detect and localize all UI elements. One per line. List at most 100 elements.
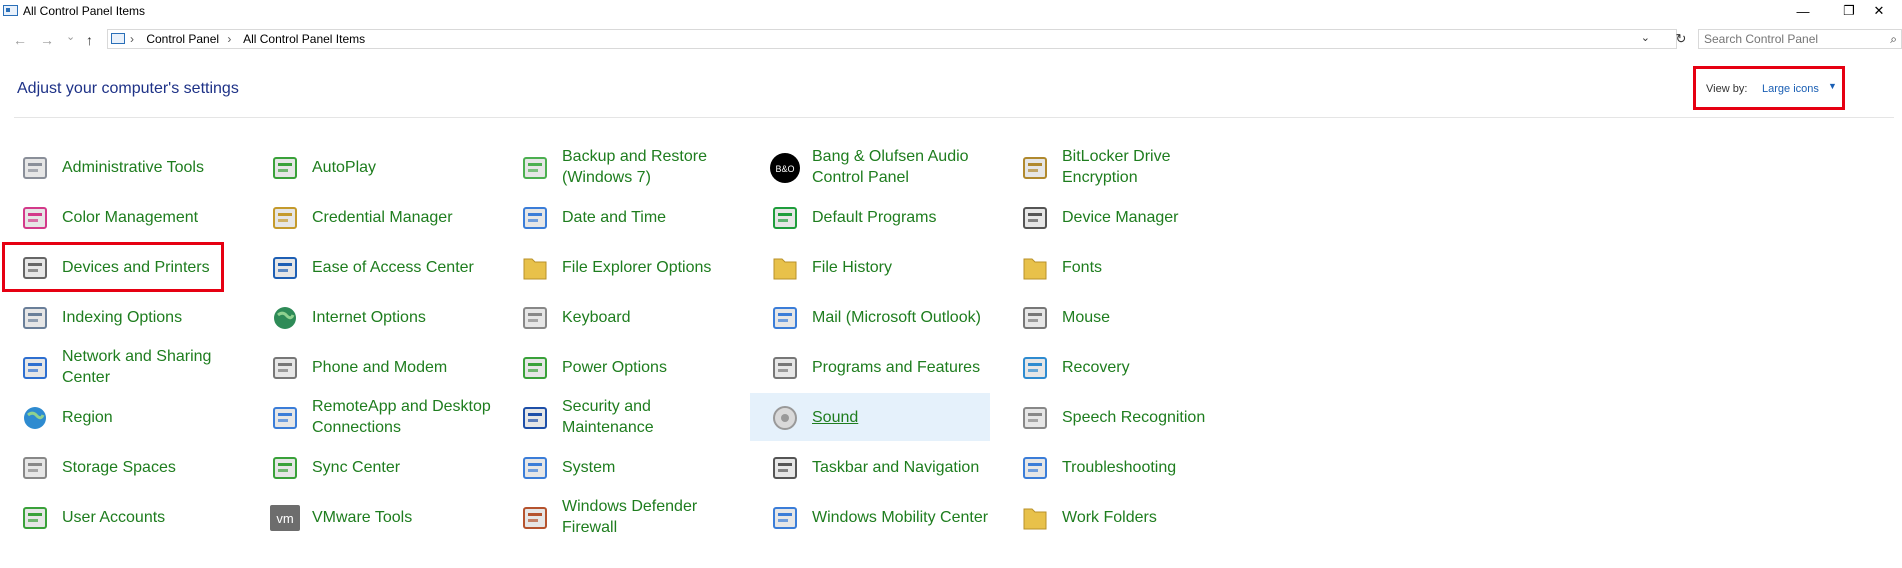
control-panel-item-label[interactable]: User Accounts bbox=[62, 493, 242, 541]
ease-of-access-icon bbox=[270, 253, 300, 283]
control-panel-item[interactable]: Phone and Modem bbox=[250, 343, 490, 391]
control-panel-item[interactable]: Storage Spaces bbox=[0, 443, 240, 491]
control-panel-item[interactable]: File History bbox=[750, 243, 990, 291]
back-button[interactable]: ← bbox=[13, 32, 27, 48]
view-by-control[interactable]: View by: Large icons ▼ bbox=[1693, 66, 1845, 110]
control-panel-item-label[interactable]: Security and Maintenance bbox=[562, 393, 742, 441]
control-panel-item[interactable]: System bbox=[500, 443, 740, 491]
control-panel-item[interactable]: Programs and Features bbox=[750, 343, 990, 391]
control-panel-item[interactable]: Internet Options bbox=[250, 293, 490, 341]
control-panel-item-label[interactable]: RemoteApp and Desktop Connections bbox=[312, 393, 492, 441]
control-panel-item-label[interactable]: Mouse bbox=[1062, 293, 1242, 341]
control-panel-item-label[interactable]: Bang & Olufsen Audio Control Panel bbox=[812, 143, 992, 191]
control-panel-item[interactable]: Indexing Options bbox=[0, 293, 240, 341]
control-panel-item-label[interactable]: Indexing Options bbox=[62, 293, 242, 341]
control-panel-item[interactable]: Administrative Tools bbox=[0, 143, 240, 191]
forward-button[interactable]: → bbox=[40, 32, 54, 48]
control-panel-item[interactable]: Sync Center bbox=[250, 443, 490, 491]
control-panel-item[interactable]: Security and Maintenance bbox=[500, 393, 740, 441]
control-panel-item-label[interactable]: Date and Time bbox=[562, 193, 742, 241]
control-panel-item-label[interactable]: Storage Spaces bbox=[62, 443, 242, 491]
control-panel-item-label[interactable]: Backup and Restore (Windows 7) bbox=[562, 143, 742, 191]
search-input[interactable] bbox=[1704, 32, 1874, 46]
control-panel-item[interactable]: Work Folders bbox=[1000, 493, 1240, 541]
up-button[interactable]: ↑ bbox=[86, 32, 93, 48]
control-panel-item[interactable]: File Explorer Options bbox=[500, 243, 740, 291]
control-panel-item[interactable]: Power Options bbox=[500, 343, 740, 391]
control-panel-item-label[interactable]: Sound bbox=[812, 393, 992, 441]
control-panel-item[interactable]: Windows Mobility Center bbox=[750, 493, 990, 541]
control-panel-item-label[interactable]: Mail (Microsoft Outlook) bbox=[812, 293, 992, 341]
control-panel-item[interactable]: Ease of Access Center bbox=[250, 243, 490, 291]
control-panel-item-label[interactable]: Default Programs bbox=[812, 193, 992, 241]
control-panel-item[interactable]: Troubleshooting bbox=[1000, 443, 1240, 491]
minimize-button[interactable]: — bbox=[1780, 0, 1826, 22]
control-panel-item-label[interactable]: Color Management bbox=[62, 193, 242, 241]
breadcrumb-control-panel[interactable]: Control Panel bbox=[146, 32, 219, 46]
control-panel-item-label[interactable]: Keyboard bbox=[562, 293, 742, 341]
control-panel-item-label[interactable]: Taskbar and Navigation bbox=[812, 443, 992, 491]
svg-text:B&O: B&O bbox=[775, 164, 794, 174]
control-panel-item[interactable]: User Accounts bbox=[0, 493, 240, 541]
control-panel-item-label[interactable]: Power Options bbox=[562, 343, 742, 391]
control-panel-item[interactable]: RemoteApp and Desktop Connections bbox=[250, 393, 492, 441]
control-panel-item-label[interactable]: Speech Recognition bbox=[1062, 393, 1242, 441]
control-panel-item-label[interactable]: BitLocker Drive Encryption bbox=[1062, 143, 1242, 191]
control-panel-item[interactable]: Network and Sharing Center bbox=[0, 343, 240, 391]
control-panel-item-label[interactable]: Work Folders bbox=[1062, 493, 1242, 541]
chevron-down-icon[interactable]: ▼ bbox=[1828, 81, 1837, 91]
control-panel-item-label[interactable]: Troubleshooting bbox=[1062, 443, 1242, 491]
control-panel-item-label[interactable]: Internet Options bbox=[312, 293, 492, 341]
control-panel-item[interactable]: Speech Recognition bbox=[1000, 393, 1240, 441]
flag-icon bbox=[520, 403, 550, 433]
control-panel-item-label[interactable]: Credential Manager bbox=[312, 193, 492, 241]
control-panel-item[interactable]: Region bbox=[0, 393, 240, 441]
control-panel-item-label[interactable]: Programs and Features bbox=[812, 343, 992, 391]
control-panel-item[interactable]: B&O Bang & Olufsen Audio Control Panel bbox=[750, 143, 990, 191]
control-panel-item-label[interactable]: Region bbox=[62, 393, 242, 441]
search-box[interactable]: ⌕ bbox=[1698, 29, 1902, 49]
control-panel-item[interactable]: Color Management bbox=[0, 193, 240, 241]
control-panel-item[interactable]: Backup and Restore (Windows 7) bbox=[500, 143, 740, 191]
control-panel-item[interactable]: Keyboard bbox=[500, 293, 740, 341]
control-panel-item-label[interactable]: Phone and Modem bbox=[312, 343, 492, 391]
control-panel-item[interactable]: Recovery bbox=[1000, 343, 1240, 391]
search-icon[interactable]: ⌕ bbox=[1890, 32, 1897, 47]
control-panel-item-label[interactable]: Sync Center bbox=[312, 443, 492, 491]
bang-olufsen-icon: B&O bbox=[770, 153, 800, 183]
control-panel-item-label[interactable]: File Explorer Options bbox=[562, 243, 742, 291]
refresh-button[interactable]: ↻ bbox=[1670, 29, 1692, 49]
control-panel-item[interactable]: Mail (Microsoft Outlook) bbox=[750, 293, 990, 341]
speaker-icon bbox=[770, 403, 800, 433]
control-panel-item-label[interactable]: Network and Sharing Center bbox=[62, 343, 242, 391]
control-panel-item[interactable]: Default Programs bbox=[750, 193, 990, 241]
control-panel-item-label[interactable]: Device Manager bbox=[1062, 193, 1242, 241]
control-panel-item[interactable]: Mouse bbox=[1000, 293, 1240, 341]
control-panel-item-label[interactable]: VMware Tools bbox=[312, 493, 492, 541]
control-panel-item[interactable]: vm VMware Tools bbox=[250, 493, 490, 541]
control-panel-item[interactable]: Device Manager bbox=[1000, 193, 1240, 241]
control-panel-item[interactable]: Windows Defender Firewall bbox=[500, 493, 740, 541]
control-panel-item[interactable]: AutoPlay bbox=[250, 143, 490, 191]
recent-locations-button[interactable]: ⌄ bbox=[66, 30, 75, 43]
control-panel-item-label[interactable]: AutoPlay bbox=[312, 143, 492, 191]
control-panel-item-label[interactable]: File History bbox=[812, 243, 992, 291]
control-panel-item-label[interactable]: Windows Defender Firewall bbox=[562, 493, 742, 541]
control-panel-item-label[interactable]: Recovery bbox=[1062, 343, 1242, 391]
address-bar[interactable]: › Control Panel › All Control Panel Item… bbox=[107, 29, 1677, 49]
close-button[interactable]: ✕ bbox=[1856, 0, 1902, 22]
control-panel-item[interactable]: Credential Manager bbox=[250, 193, 490, 241]
control-panel-item-label[interactable]: Windows Mobility Center bbox=[812, 493, 992, 541]
address-dropdown-icon[interactable]: ⌄ bbox=[1641, 31, 1650, 44]
control-panel-item-label[interactable]: Ease of Access Center bbox=[312, 243, 492, 291]
control-panel-item[interactable]: Sound bbox=[750, 393, 990, 441]
control-panel-item-label[interactable]: Administrative Tools bbox=[62, 143, 242, 191]
control-panel-item-label[interactable]: Fonts bbox=[1062, 243, 1242, 291]
control-panel-item[interactable]: BitLocker Drive Encryption bbox=[1000, 143, 1240, 191]
view-by-dropdown[interactable]: Large icons bbox=[1762, 83, 1819, 95]
control-panel-item[interactable]: Date and Time bbox=[500, 193, 740, 241]
breadcrumb-all-items[interactable]: All Control Panel Items bbox=[243, 32, 365, 46]
control-panel-item[interactable]: Fonts bbox=[1000, 243, 1240, 291]
control-panel-item[interactable]: Taskbar and Navigation bbox=[750, 443, 990, 491]
control-panel-item-label[interactable]: System bbox=[562, 443, 742, 491]
